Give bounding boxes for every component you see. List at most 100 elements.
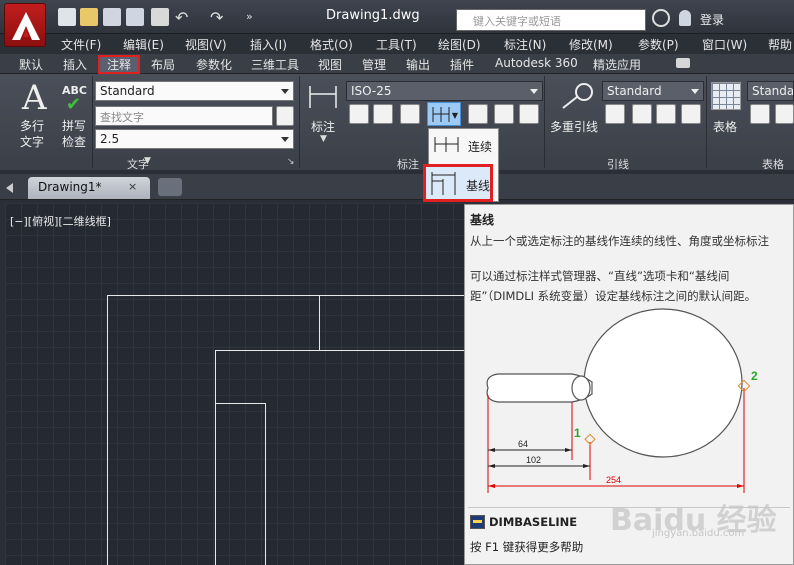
login-button[interactable]: 登录 [700, 11, 724, 28]
table-extract-icon[interactable] [750, 104, 770, 124]
table-style-value: Standard [752, 84, 794, 98]
tab-featured-apps[interactable]: 精选应用 [593, 56, 641, 73]
multileader-icon[interactable] [560, 82, 594, 112]
save-icon[interactable] [103, 8, 121, 26]
user-icon[interactable] [679, 10, 691, 26]
menu-file[interactable]: 文件(F) [61, 36, 101, 53]
find-text-input[interactable]: 查找文字 [95, 106, 273, 126]
spell-check-label-line2[interactable]: 检查 [62, 133, 86, 150]
remove-leader-icon[interactable] [632, 104, 652, 124]
drawing-line[interactable] [265, 403, 266, 565]
tab-insert[interactable]: 插入 [63, 56, 87, 73]
dimension-style-select[interactable]: ISO-25 [346, 81, 543, 101]
drawing-line[interactable] [107, 295, 464, 296]
spell-check-label-line1[interactable]: 拼写 [62, 117, 86, 134]
menu-tools[interactable]: 工具(T) [376, 36, 417, 53]
drawing-line[interactable] [107, 295, 108, 565]
panel-expand-icon[interactable]: ▼ [144, 156, 151, 166]
jog-dimension-icon[interactable] [400, 104, 420, 124]
tab-view[interactable]: 视图 [318, 56, 342, 73]
watermark-url: jingyan.baidu.com [652, 528, 745, 539]
table-label[interactable]: 表格 [713, 118, 737, 135]
tooltip-illustration: 64 102 254 1 2 [486, 308, 758, 493]
multiline-text-icon[interactable]: A [22, 78, 47, 118]
tooltip-description: 从上一个或选定标注的基线作连续的线性、角度或坐标标注 [470, 234, 769, 248]
menu-insert[interactable]: 插入(I) [250, 36, 287, 53]
text-style-select[interactable]: Standard [95, 81, 294, 101]
text-height-select[interactable]: 2.5 [95, 129, 294, 149]
inspect-dimension-icon[interactable] [373, 104, 393, 124]
drawing-line[interactable] [215, 403, 265, 404]
multileader-style-select[interactable]: Standard [602, 81, 704, 101]
tab-plugins[interactable]: 插件 [450, 56, 474, 73]
drawing-line[interactable] [215, 350, 216, 565]
menu-dimension[interactable]: 标注(N) [504, 36, 546, 53]
menu-view[interactable]: 视图(V) [185, 36, 227, 53]
collect-leader-icon[interactable] [681, 104, 701, 124]
redo-icon[interactable]: ↷ [210, 8, 228, 27]
app-menu-button[interactable] [4, 3, 46, 47]
table-panel-title[interactable]: 表格 [762, 156, 784, 171]
more-tools-icon[interactable]: » [246, 10, 253, 23]
leader-panel-title[interactable]: 引线 [607, 156, 629, 171]
break-dimension-icon[interactable] [349, 104, 369, 124]
drawing-line[interactable] [319, 295, 320, 350]
new-file-icon[interactable] [58, 8, 76, 26]
continue-dimension-icon [434, 137, 459, 152]
tab-parametric[interactable]: 参数化 [196, 56, 232, 73]
dim-text-64: 64 [518, 439, 528, 449]
viewport-controls[interactable]: [−][俯视][二维线框] [10, 213, 111, 229]
undo-icon[interactable]: ↶ [175, 8, 193, 27]
menu-parameter[interactable]: 参数(P) [638, 36, 679, 53]
tab-output[interactable]: 输出 [406, 56, 430, 73]
drawing-line[interactable] [215, 350, 464, 351]
dimension-space-icon[interactable] [494, 104, 514, 124]
chevron-down-icon[interactable]: ▼ [320, 134, 327, 144]
mtext-label-line2[interactable]: 文字 [20, 133, 44, 150]
tab-default[interactable]: 默认 [19, 56, 43, 73]
table-icon[interactable] [711, 82, 741, 110]
tab-annotate[interactable]: 注释 [107, 56, 131, 73]
menu-format[interactable]: 格式(O) [310, 36, 353, 53]
autocad-logo-icon [12, 12, 40, 40]
linear-dimension-icon[interactable] [307, 84, 339, 110]
table-link-icon[interactable] [775, 104, 794, 124]
menu-help[interactable]: 帮助 [768, 36, 792, 53]
find-replace-icon[interactable] [276, 106, 294, 126]
handle-knob-shape [571, 375, 591, 401]
dropdown-item-continue[interactable]: 连续 [430, 132, 497, 156]
align-leader-icon[interactable] [656, 104, 676, 124]
close-icon[interactable]: × [128, 180, 137, 193]
binoculars-icon[interactable] [652, 9, 670, 27]
search-input[interactable]: 键入关键字或短语 [456, 9, 646, 31]
baseline-dimension-icon [432, 107, 450, 122]
menu-window[interactable]: 窗口(W) [702, 36, 747, 53]
tab-scroll-left-icon[interactable] [6, 183, 13, 193]
tab-autodesk-360[interactable]: Autodesk 360 [495, 56, 578, 70]
tab-manage[interactable]: 管理 [362, 56, 386, 73]
ribbon-toggle-icon[interactable] [676, 58, 690, 68]
dimension-jogline-icon[interactable] [519, 104, 539, 124]
dimension-update-icon[interactable] [468, 104, 488, 124]
new-drawing-tab-button[interactable] [158, 178, 182, 196]
dimension-label[interactable]: 标注 [311, 118, 335, 135]
dropdown-item-baseline[interactable]: 基线 [423, 164, 493, 202]
table-style-select[interactable]: Standard [747, 81, 794, 101]
menu-edit[interactable]: 编辑(E) [123, 36, 164, 53]
dialog-launcher-icon[interactable]: ↘ [287, 157, 295, 167]
text-style-value: Standard [100, 84, 155, 98]
tab-layout[interactable]: 布局 [151, 56, 175, 73]
print-icon[interactable] [151, 8, 169, 26]
mtext-label-line1[interactable]: 多行 [20, 117, 44, 134]
menu-draw[interactable]: 绘图(D) [438, 36, 481, 53]
menu-modify[interactable]: 修改(M) [569, 36, 613, 53]
dimension-panel-title[interactable]: 标注 [397, 156, 419, 171]
add-leader-icon[interactable] [605, 104, 625, 124]
arrow-head [565, 448, 572, 452]
save-as-icon[interactable] [126, 8, 144, 26]
open-file-icon[interactable] [80, 8, 98, 26]
tab-3d-tools[interactable]: 三维工具 [251, 56, 299, 73]
continue-baseline-split-button[interactable]: ▼ [427, 102, 461, 126]
multileader-label[interactable]: 多重引线 [550, 118, 598, 135]
panel-divider [92, 76, 93, 168]
